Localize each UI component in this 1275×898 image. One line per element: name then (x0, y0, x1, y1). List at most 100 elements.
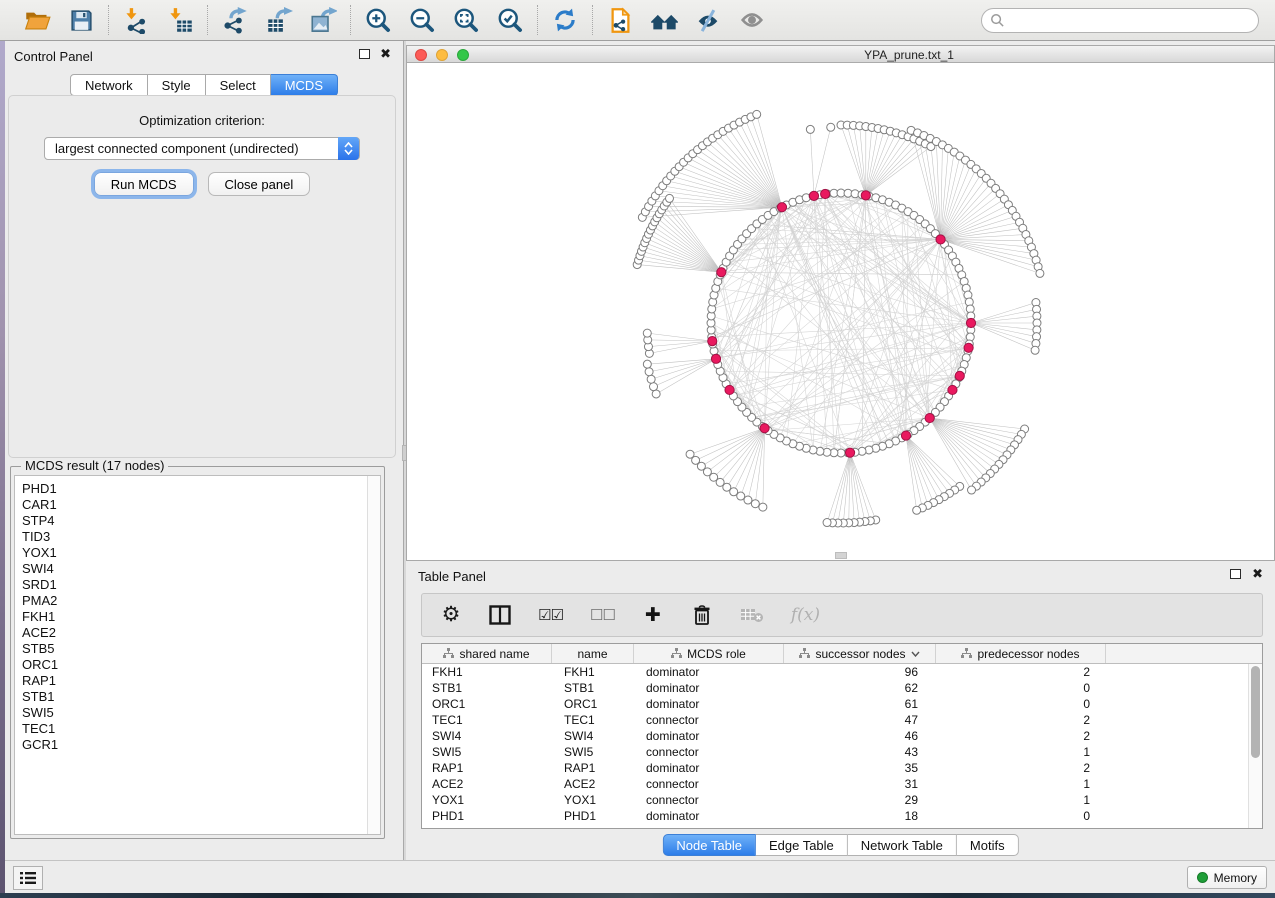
apply-layout-button[interactable] (550, 5, 580, 35)
tab-select[interactable]: Select (206, 74, 271, 96)
list-item[interactable]: YOX1 (22, 545, 367, 561)
tab-style[interactable]: Style (148, 74, 206, 96)
list-item[interactable]: SWI4 (22, 561, 367, 577)
list-scrollbar[interactable] (367, 476, 380, 834)
search-input[interactable] (981, 8, 1259, 33)
close-panel-icon[interactable]: ✖ (380, 49, 391, 59)
list-item[interactable]: PHD1 (22, 481, 367, 497)
deselect-all-button[interactable]: ☐☐ (590, 603, 615, 627)
zoom-selected-button[interactable] (495, 5, 525, 35)
list-item[interactable]: GCR1 (22, 737, 367, 753)
export-image-button[interactable] (308, 5, 338, 35)
run-mcds-button[interactable]: Run MCDS (94, 172, 194, 196)
column-type-icon (961, 648, 972, 659)
function-builder-button[interactable]: f(x) (791, 603, 820, 627)
network-graph[interactable] (407, 63, 1275, 560)
show-all-button[interactable] (737, 5, 767, 35)
delete-table-button[interactable] (740, 603, 764, 627)
tab-mcds[interactable]: MCDS (271, 74, 338, 96)
close-panel-button[interactable]: Close panel (208, 172, 311, 196)
hide-selected-button[interactable] (693, 5, 723, 35)
table-row[interactable]: SWI5SWI5connector431 (422, 744, 1248, 760)
float-panel-icon[interactable] (359, 49, 370, 59)
scrollbar-thumb[interactable] (1251, 666, 1260, 758)
float-panel-icon[interactable] (1230, 569, 1241, 579)
table-row[interactable]: SWI4SWI4dominator462 (422, 728, 1248, 744)
column-header-name[interactable]: name (552, 644, 634, 663)
tab-edge-table[interactable]: Edge Table (756, 834, 848, 856)
window-minimize-button[interactable] (436, 49, 448, 61)
select-all-button[interactable]: ☑☑ (538, 603, 563, 627)
list-item[interactable]: RAP1 (22, 673, 367, 689)
tab-network-table[interactable]: Network Table (848, 834, 957, 856)
add-column-button[interactable]: ✚ (642, 603, 664, 627)
table-settings-button[interactable]: ⚙ (440, 603, 462, 627)
list-item[interactable]: TEC1 (22, 721, 367, 737)
table-scrollbar[interactable] (1248, 664, 1262, 828)
export-image-icon (310, 7, 337, 34)
column-header-successor-nodes[interactable]: successor nodes (784, 644, 936, 663)
column-header-predecessor-nodes[interactable]: predecessor nodes (936, 644, 1106, 663)
table-cell: FKH1 (552, 665, 634, 679)
table-row[interactable]: TEC1TEC1connector472 (422, 712, 1248, 728)
tab-node-table[interactable]: Node Table (662, 834, 756, 856)
table-cell: 2 (936, 713, 1106, 727)
optimization-criterion-value: largest connected component (undirected) (55, 141, 299, 156)
task-history-button[interactable] (13, 866, 43, 890)
list-item[interactable]: ACE2 (22, 625, 367, 641)
import-network-button[interactable] (121, 5, 151, 35)
list-item[interactable]: SWI5 (22, 705, 367, 721)
export-table-button[interactable] (264, 5, 294, 35)
table-row[interactable]: PHD1PHD1dominator180 (422, 808, 1248, 824)
table-cell: 61 (784, 697, 936, 711)
tab-motifs[interactable]: Motifs (957, 834, 1019, 856)
table-cell: YOX1 (552, 793, 634, 807)
column-header-shared-name[interactable]: shared name (422, 644, 552, 663)
open-session-button[interactable] (22, 5, 52, 35)
split-view-button[interactable] (489, 603, 511, 627)
network-window-titlebar[interactable]: YPA_prune.txt_1 (407, 46, 1274, 63)
list-item[interactable]: CAR1 (22, 497, 367, 513)
tab-network[interactable]: Network (70, 74, 148, 96)
table-row[interactable]: YOX1YOX1connector291 (422, 792, 1248, 808)
zoom-in-button[interactable] (363, 5, 393, 35)
table-row[interactable]: ORC1ORC1dominator610 (422, 696, 1248, 712)
column-label: name (577, 647, 607, 661)
list-item[interactable]: STP4 (22, 513, 367, 529)
table-cell: 2 (936, 665, 1106, 679)
first-neighbors-button[interactable] (649, 5, 679, 35)
zoom-out-button[interactable] (407, 5, 437, 35)
table-body: FKH1FKH1dominator962STB1STB1dominator620… (422, 664, 1248, 828)
list-item[interactable]: STB5 (22, 641, 367, 657)
optimization-criterion-select[interactable]: largest connected component (undirected) (44, 137, 360, 160)
window-maximize-button[interactable] (457, 49, 469, 61)
list-item[interactable]: TID3 (22, 529, 367, 545)
import-table-button[interactable] (165, 5, 195, 35)
list-item[interactable]: FKH1 (22, 609, 367, 625)
split-collapse-handle[interactable] (835, 552, 847, 559)
optimization-criterion-label: Optimization criterion: (9, 113, 395, 128)
table-row[interactable]: ACE2ACE2connector311 (422, 776, 1248, 792)
delete-column-button[interactable] (691, 603, 713, 627)
list-item[interactable]: PMA2 (22, 593, 367, 609)
table-row[interactable]: FKH1FKH1dominator962 (422, 664, 1248, 680)
zoom-fit-button[interactable] (451, 5, 481, 35)
list-item[interactable]: ORC1 (22, 657, 367, 673)
network-canvas[interactable] (407, 63, 1274, 560)
export-network-button[interactable] (220, 5, 250, 35)
table-header-row: shared name name MCDS role (422, 644, 1262, 664)
memory-button[interactable]: Memory (1187, 866, 1267, 889)
plus-icon: ✚ (645, 604, 661, 627)
table-panel: Table Panel ✖ ⚙ ☑☑ ☐☐ ✚ (406, 563, 1275, 860)
list-item[interactable]: SRD1 (22, 577, 367, 593)
window-close-button[interactable] (415, 49, 427, 61)
table-row[interactable]: RAP1RAP1dominator352 (422, 760, 1248, 776)
list-item[interactable]: STB1 (22, 689, 367, 705)
main-toolbar (0, 0, 1275, 41)
table-row[interactable]: STB1STB1dominator620 (422, 680, 1248, 696)
column-header-mcds-role[interactable]: MCDS role (634, 644, 784, 663)
save-session-button[interactable] (66, 5, 96, 35)
close-panel-icon[interactable]: ✖ (1252, 569, 1263, 579)
new-network-from-selection-button[interactable] (605, 5, 635, 35)
table-cell: ACE2 (422, 777, 552, 791)
